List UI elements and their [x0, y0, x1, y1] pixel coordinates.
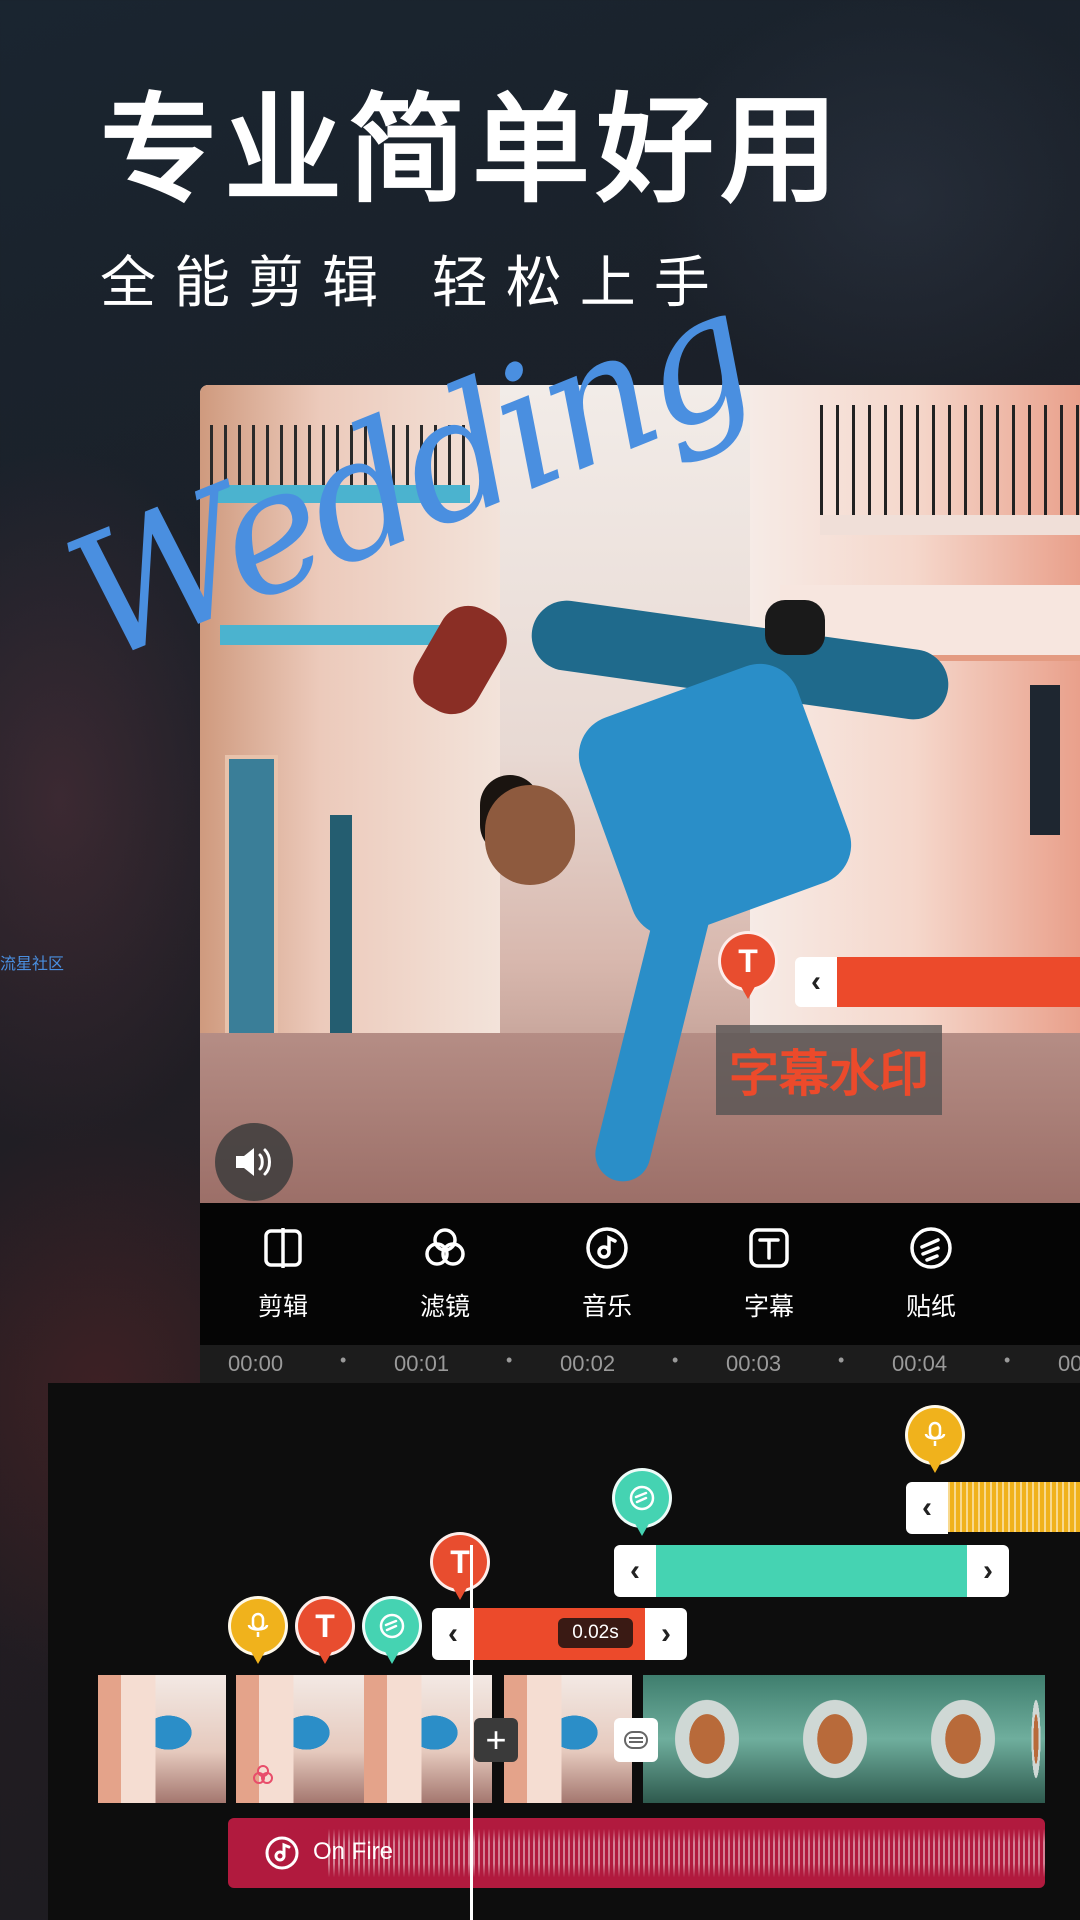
- chevron-right-icon[interactable]: ›: [967, 1545, 1009, 1597]
- filter-icon: [422, 1225, 468, 1271]
- trim-icon: [260, 1225, 306, 1271]
- clip-thumbnail[interactable]: [504, 1675, 632, 1803]
- ruler-tick: 00:04: [892, 1351, 948, 1376]
- clip-thumbnail[interactable]: [899, 1675, 1027, 1803]
- ruler-dot: •: [838, 1350, 845, 1370]
- add-clip-button[interactable]: +: [474, 1718, 518, 1762]
- ruler-dot: •: [340, 1350, 347, 1370]
- sticker-icon: [362, 1596, 422, 1656]
- ruler-tick: 00:03: [726, 1351, 782, 1376]
- toolbar-filter[interactable]: 滤镜: [390, 1225, 500, 1323]
- subtitle-watermark[interactable]: 字幕水印: [716, 1025, 942, 1115]
- voice-pin[interactable]: [228, 1596, 288, 1670]
- toolbar-subtitle[interactable]: 字幕: [714, 1225, 824, 1323]
- playhead[interactable]: [470, 1545, 473, 1920]
- transition-button[interactable]: [614, 1718, 658, 1762]
- ruler-dot: •: [672, 1350, 679, 1370]
- toolbar-music-label: 音乐: [581, 1292, 632, 1321]
- speaker-icon: [236, 1148, 271, 1176]
- toolbar-sticker-label: 贴纸: [905, 1292, 956, 1321]
- toolbar-filter-label: 滤镜: [419, 1292, 470, 1321]
- chevron-right-icon[interactable]: ›: [645, 1608, 687, 1660]
- voice-track-top[interactable]: ‹: [906, 1482, 948, 1534]
- chevron-left-icon[interactable]: ‹: [906, 1482, 948, 1534]
- music-disc-icon: [264, 1835, 300, 1876]
- sticker-icon: [908, 1225, 954, 1271]
- text-t-icon: T: [430, 1532, 490, 1592]
- side-watermark: 流星社区: [0, 956, 65, 973]
- toolbar-sticker[interactable]: 贴纸: [876, 1225, 986, 1323]
- music-track[interactable]: On Fire: [228, 1818, 1045, 1888]
- chevron-left-icon[interactable]: ‹: [614, 1545, 656, 1597]
- clip-thumbnail[interactable]: [1027, 1675, 1045, 1803]
- toolbar-music[interactable]: 音乐: [552, 1225, 662, 1323]
- ruler-dot: •: [1004, 1350, 1011, 1370]
- sticker-track[interactable]: ‹ ›: [614, 1545, 1009, 1597]
- music-track-title: On Fire: [313, 1838, 394, 1865]
- clip-thumbnail[interactable]: [643, 1675, 771, 1803]
- microphone-icon: [905, 1405, 965, 1465]
- headline: 专业简单好用: [100, 81, 845, 219]
- sticker-pin[interactable]: [612, 1468, 672, 1542]
- voice-waveform: [948, 1482, 1080, 1532]
- ruler-tick: 00:01: [394, 1351, 450, 1376]
- ruler-tick: 00:02: [560, 1351, 616, 1376]
- voice-pin-top[interactable]: [905, 1405, 965, 1479]
- sound-toggle-button[interactable]: [215, 1123, 293, 1201]
- ruler-tick: 00:00: [228, 1351, 284, 1376]
- music-waveform: [328, 1818, 1045, 1888]
- ruler-dot: •: [506, 1350, 513, 1370]
- sticker-icon: [612, 1468, 672, 1528]
- video-clip-strip[interactable]: [98, 1675, 1045, 1803]
- sticker-pin-small[interactable]: [362, 1596, 422, 1670]
- subtitle-icon: [746, 1225, 792, 1271]
- microphone-icon: [228, 1596, 288, 1656]
- preview-text-track[interactable]: ‹: [795, 957, 1080, 1007]
- text-pin-timeline[interactable]: T: [430, 1532, 490, 1606]
- toolbar-trim[interactable]: 剪辑: [228, 1225, 338, 1323]
- clip-thumbnail[interactable]: [98, 1675, 226, 1803]
- chevron-left-icon[interactable]: ‹: [432, 1608, 474, 1660]
- preview-text-pin[interactable]: T: [718, 931, 778, 1005]
- text-t-icon: T: [295, 1596, 355, 1656]
- music-icon: [584, 1225, 630, 1271]
- toolbar-subtitle-label: 字幕: [743, 1292, 794, 1321]
- edit-toolbar: 剪辑 滤镜 音乐 字幕 贴纸: [200, 1203, 1080, 1345]
- text-pin-small[interactable]: T: [295, 1596, 355, 1670]
- toolbar-trim-label: 剪辑: [257, 1292, 308, 1321]
- ruler-tick: 00: [1058, 1351, 1080, 1376]
- filter-applied-icon: [252, 1764, 274, 1791]
- time-ruler[interactable]: 00:00 • 00:01 • 00:02 • 00:03 • 00:04 • …: [200, 1345, 1080, 1383]
- chevron-left-icon[interactable]: ‹: [795, 957, 837, 1007]
- transition-icon: [624, 1731, 648, 1749]
- duration-badge: 0.02s: [558, 1618, 633, 1648]
- clip-thumbnail[interactable]: [771, 1675, 899, 1803]
- text-t-icon: T: [718, 931, 778, 991]
